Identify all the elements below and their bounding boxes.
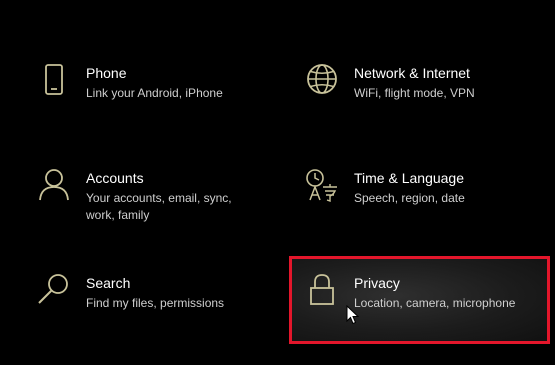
tile-title: Privacy bbox=[354, 275, 400, 291]
settings-tile-network[interactable]: Network & Internet WiFi, flight mode, VP… bbox=[304, 62, 534, 122]
tile-title: Time & Language bbox=[354, 170, 464, 186]
tile-title: Network & Internet bbox=[354, 65, 470, 81]
tile-description: WiFi, flight mode, VPN bbox=[354, 86, 475, 100]
globe-icon bbox=[304, 62, 340, 98]
tile-title: Accounts bbox=[86, 170, 144, 186]
tile-description: Your accounts, email, sync, work, family bbox=[86, 191, 232, 222]
mouse-cursor-icon bbox=[346, 304, 360, 325]
tile-title: Phone bbox=[86, 65, 127, 81]
tile-description: Location, camera, microphone bbox=[354, 296, 516, 310]
settings-tile-phone[interactable]: Phone Link your Android, iPhone bbox=[36, 62, 266, 122]
settings-grid: Phone Link your Android, iPhone Network … bbox=[0, 0, 555, 365]
search-icon bbox=[36, 272, 72, 308]
tile-title: Search bbox=[86, 275, 131, 291]
tile-description: Find my files, permissions bbox=[86, 296, 225, 310]
settings-tile-accounts[interactable]: Accounts Your accounts, email, sync, wor… bbox=[36, 167, 266, 237]
settings-tile-search[interactable]: Search Find my files, permissions bbox=[36, 272, 266, 332]
lock-icon bbox=[304, 272, 340, 308]
person-icon bbox=[36, 167, 72, 203]
tile-description: Speech, region, date bbox=[354, 191, 465, 205]
settings-tile-time-language[interactable]: Time & Language Speech, region, date bbox=[304, 167, 534, 227]
time-language-icon bbox=[304, 167, 340, 203]
tile-description: Link your Android, iPhone bbox=[86, 86, 223, 100]
phone-icon bbox=[36, 62, 72, 98]
settings-tile-privacy[interactable]: Privacy Location, camera, microphone bbox=[304, 272, 534, 332]
